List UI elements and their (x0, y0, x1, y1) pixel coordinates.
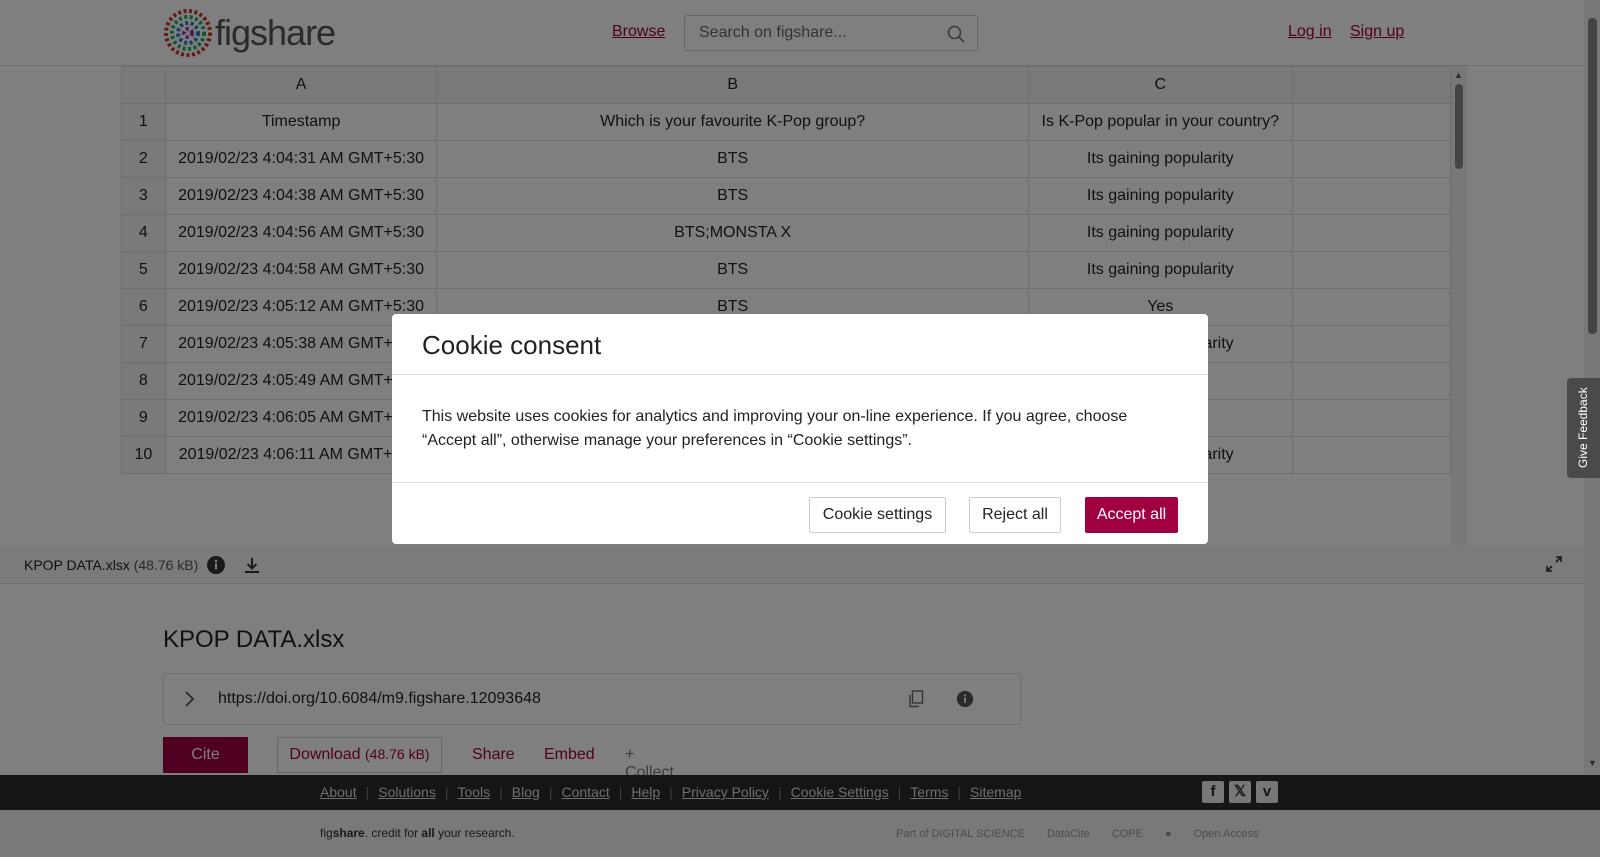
cookie-consent-dialog: Cookie consent This website uses cookies… (392, 314, 1208, 544)
reject-all-button[interactable]: Reject all (969, 497, 1061, 533)
give-feedback-tab[interactable]: Give Feedback (1567, 378, 1600, 478)
dialog-title: Cookie consent (422, 330, 602, 360)
give-feedback-label: Give Feedback (1576, 387, 1590, 468)
dialog-header: Cookie consent (392, 314, 1208, 375)
cookie-settings-button[interactable]: Cookie settings (809, 497, 946, 533)
dialog-footer: Cookie settings Reject all Accept all (392, 483, 1208, 543)
accept-all-button[interactable]: Accept all (1085, 497, 1178, 533)
dialog-body: This website uses cookies for analytics … (392, 375, 1208, 483)
